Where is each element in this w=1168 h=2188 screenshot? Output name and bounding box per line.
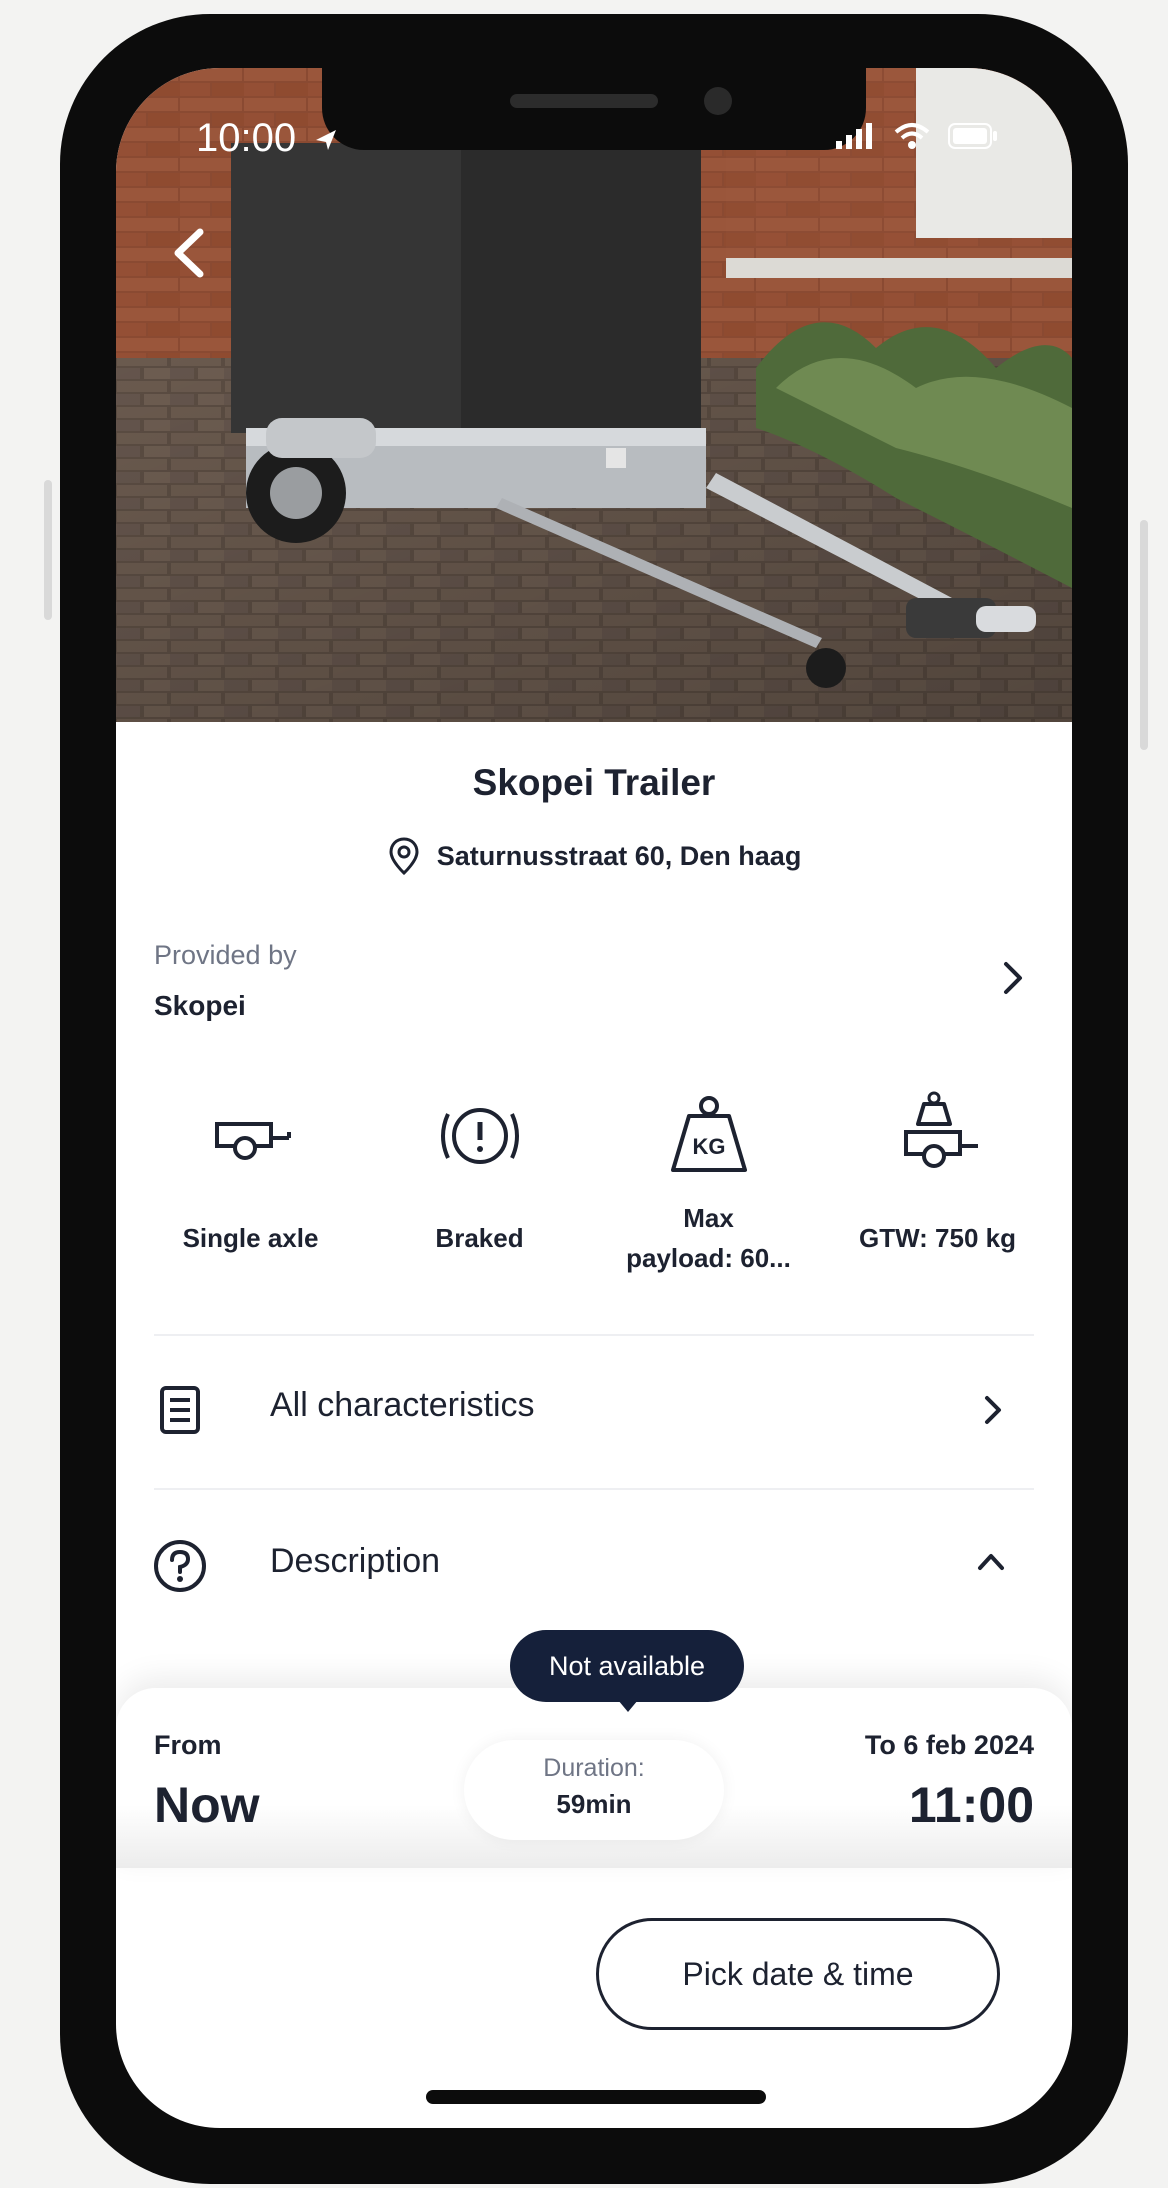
app-screen: 10:00 Skopei Trailer Saturnusstraat 60, …	[116, 68, 1072, 2128]
divider	[154, 1334, 1034, 1336]
braked-icon	[440, 1108, 519, 1164]
booking-summary: From Now Duration: 59min To 6 feb 2024 1…	[116, 1688, 1072, 1868]
duration-value: 59min	[556, 1789, 632, 1819]
chevron-right-icon	[1004, 962, 1022, 994]
gross-weight-trailer-icon	[903, 1091, 978, 1168]
location-pin-icon	[389, 837, 419, 876]
description-label: Description	[270, 1542, 441, 1580]
all-characteristics-row[interactable]: All characteristics	[136, 1356, 1052, 1456]
chevron-left-icon	[174, 228, 204, 278]
tooltip-tail	[618, 1700, 638, 1712]
notch	[322, 68, 866, 150]
feature-label: Braked	[435, 1223, 524, 1253]
duration-pill: Duration: 59min	[464, 1740, 724, 1840]
address-row[interactable]: Saturnusstraat 60, Den haag	[116, 836, 1072, 876]
feature-label-line1: Max	[683, 1203, 734, 1233]
list-icon	[160, 1386, 200, 1434]
side-button-right	[1140, 520, 1148, 750]
svg-text:KG: KG	[692, 1134, 725, 1159]
from-value[interactable]: Now	[154, 1776, 260, 1834]
camera	[704, 87, 732, 115]
from-label: From	[154, 1730, 222, 1760]
side-button-left	[44, 480, 52, 620]
feature-label: GTW: 750 kg	[858, 1223, 1016, 1253]
feature-label-line2: payload: 60...	[626, 1243, 791, 1273]
kg-weight-icon: KG	[670, 1096, 747, 1172]
phone-frame: 10:00 Skopei Trailer Saturnusstraat 60, …	[60, 14, 1128, 2184]
description-row[interactable]: Description	[136, 1512, 1052, 1612]
to-value[interactable]: 11:00	[909, 1776, 1034, 1834]
feature-list: Single axle Braked KG Max payload: 60...…	[136, 1086, 1052, 1346]
single-axle-trailer-icon	[214, 1122, 291, 1160]
pick-date-time-button[interactable]: Pick date & time	[596, 1918, 1000, 2030]
provider-name: Skopei	[154, 990, 246, 1021]
duration-label: Duration:	[543, 1754, 645, 1782]
help-circle-icon	[154, 1540, 206, 1592]
all-characteristics-label: All characteristics	[270, 1386, 535, 1424]
trailer-photo	[116, 68, 1072, 722]
feature-single-axle: Single axle	[136, 1086, 365, 1258]
to-label: To 6 feb 2024	[864, 1730, 1034, 1760]
home-indicator	[426, 2090, 766, 2104]
location-arrow-icon	[316, 130, 336, 150]
status-time: 10:00	[196, 116, 297, 160]
divider	[154, 1488, 1034, 1490]
speaker	[510, 94, 658, 108]
feature-label: Single axle	[182, 1223, 319, 1253]
feature-braked: Braked	[365, 1086, 594, 1258]
provider-label: Provided by	[154, 940, 297, 970]
back-button[interactable]	[160, 218, 220, 288]
chevron-up-icon	[978, 1554, 1004, 1570]
availability-tooltip: Not available	[510, 1630, 744, 1702]
feature-max-payload: KG Max payload: 60...	[594, 1086, 823, 1278]
signal-icon	[836, 123, 872, 149]
feature-gtw: GTW: 750 kg	[823, 1086, 1052, 1258]
wifi-icon	[894, 123, 930, 149]
battery-icon	[948, 123, 997, 149]
status-icons	[836, 122, 998, 150]
listing-title: Skopei Trailer	[472, 762, 716, 803]
address-text: Saturnusstraat 60, Den haag	[436, 840, 802, 871]
chevron-right-icon	[985, 1396, 1001, 1424]
